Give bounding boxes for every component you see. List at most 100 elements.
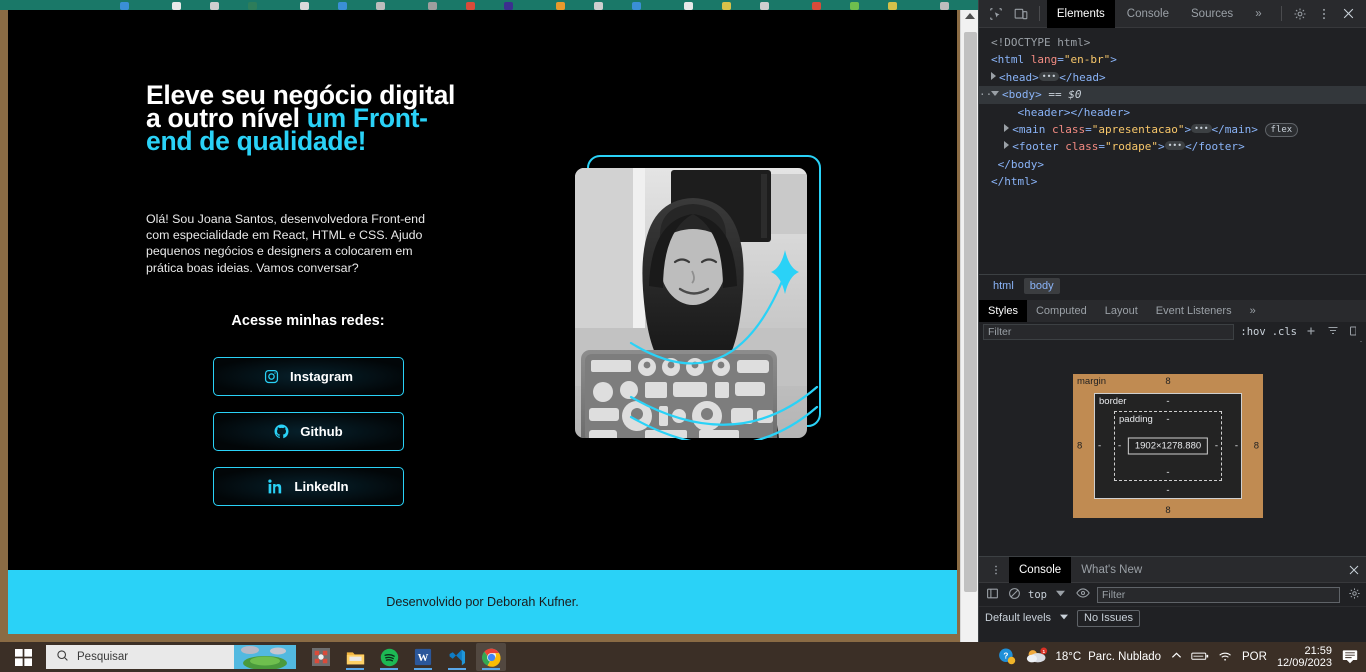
border-right-value[interactable]: - [1235, 441, 1238, 452]
linkedin-button[interactable]: LinkedIn [213, 467, 404, 506]
expand-head-caret-icon[interactable] [991, 71, 996, 80]
gear-icon[interactable] [1288, 2, 1311, 26]
browser-tab-strip[interactable] [0, 0, 978, 10]
drawer-tab-console[interactable]: Console [1009, 556, 1072, 583]
weather-widget[interactable]: 1 18°C Parc. Nublado [1026, 647, 1161, 668]
chevron-down-icon[interactable] [1053, 589, 1069, 601]
margin-left-value[interactable]: 8 [1077, 441, 1082, 452]
close-icon[interactable] [1337, 2, 1360, 26]
expand-footer-caret-icon[interactable] [1004, 141, 1010, 150]
drawer-tab-whats-new[interactable]: What's New [1071, 557, 1152, 583]
drawer-more-icon[interactable] [983, 558, 1009, 582]
box-model-border[interactable]: border - - - - padding - - - - 1902×1278… [1094, 393, 1242, 499]
language-indicator[interactable]: POR [1242, 651, 1267, 663]
no-issues-badge[interactable]: No Issues [1077, 609, 1140, 627]
battery-icon[interactable] [1191, 650, 1209, 665]
border-left-value[interactable]: - [1098, 441, 1101, 452]
browser-tab-favicon[interactable] [722, 2, 731, 10]
tab-console[interactable]: Console [1117, 0, 1179, 28]
flex-badge[interactable]: flex [1264, 123, 1299, 138]
breadcrumb[interactable]: html body [979, 274, 1366, 296]
browser-scrollbar[interactable] [960, 10, 978, 642]
browser-tab-favicon[interactable] [504, 2, 513, 10]
tab-computed[interactable]: Computed [1027, 300, 1096, 323]
scrollbar-up-arrow-icon[interactable] [965, 13, 975, 19]
word-icon[interactable]: W [408, 643, 438, 671]
box-model-padding[interactable]: padding - - - - 1902×1278.880 [1114, 411, 1222, 481]
dom-line-html[interactable]: <html lang="en-br"> [979, 51, 1366, 68]
padding-bottom-value[interactable]: - [1166, 467, 1169, 478]
live-expression-icon[interactable] [1075, 586, 1091, 603]
collapsed-children-badge-footer[interactable]: ••• [1164, 141, 1186, 151]
hov-toggle[interactable]: :hov [1240, 326, 1265, 338]
cls-toggle[interactable]: .cls [1272, 326, 1297, 338]
breadcrumb-item-body[interactable]: body [1023, 277, 1060, 294]
dom-line-body[interactable]: ··· <body> == $0 [979, 86, 1366, 104]
browser-tab-favicon[interactable] [120, 2, 129, 10]
dom-line-footer[interactable]: <footer class="rodape"> ••• </footer> [979, 138, 1366, 155]
browser-tab-favicon[interactable] [940, 2, 949, 10]
file-explorer-icon[interactable] [340, 643, 370, 671]
padding-top-value[interactable]: - [1166, 414, 1169, 425]
more-options-icon[interactable] [1313, 2, 1336, 26]
browser-tab-favicon[interactable] [172, 2, 181, 10]
styles-more-tabs-button[interactable]: » [1241, 300, 1265, 323]
browser-tab-favicon[interactable] [338, 2, 347, 10]
browser-tab-favicon[interactable] [760, 2, 769, 10]
box-model-content-size[interactable]: 1902×1278.880 [1127, 437, 1209, 455]
github-button[interactable]: Github [213, 412, 404, 451]
scrollbar-thumb[interactable] [964, 32, 977, 592]
browser-tab-favicon[interactable] [466, 2, 475, 10]
box-model-margin[interactable]: margin 8 8 8 8 border - - - - padding - … [1073, 374, 1263, 518]
device-toolbar-icon[interactable] [1010, 2, 1033, 26]
dom-line-html-close[interactable]: </html> [979, 173, 1366, 190]
collapsed-children-badge-main[interactable]: ••• [1191, 124, 1212, 134]
levels-chevron-down-icon[interactable] [1059, 612, 1069, 624]
browser-tab-favicon[interactable] [210, 2, 219, 10]
margin-bottom-value[interactable]: 8 [1165, 505, 1170, 516]
styles-filter-input[interactable]: Filter [983, 324, 1235, 340]
dom-line-head[interactable]: <head> ••• </head> [979, 69, 1366, 86]
inspect-element-icon[interactable] [985, 2, 1008, 26]
tab-styles[interactable]: Styles [979, 299, 1027, 323]
browser-tab-favicon[interactable] [850, 2, 859, 10]
print-media-icon[interactable] [1325, 325, 1341, 340]
clear-console-icon[interactable] [1006, 587, 1022, 603]
browser-tab-favicon[interactable] [428, 2, 437, 10]
more-tabs-button[interactable]: » [1245, 0, 1271, 28]
dom-line-main[interactable]: <main class="apresentacao"> ••• </main> fl… [979, 121, 1366, 138]
browser-tab-favicon[interactable] [684, 2, 693, 10]
border-bottom-value[interactable]: - [1166, 485, 1169, 496]
search-input[interactable]: Pesquisar [46, 645, 296, 669]
console-settings-icon[interactable] [1346, 587, 1362, 603]
expand-main-caret-icon[interactable] [1004, 124, 1010, 133]
browser-tab-favicon[interactable] [594, 2, 603, 10]
spotify-icon[interactable] [374, 643, 404, 671]
margin-top-value[interactable]: 8 [1165, 376, 1170, 387]
add-rule-icon[interactable] [1303, 325, 1319, 340]
browser-tab-favicon[interactable] [376, 2, 385, 10]
browser-tab-favicon[interactable] [556, 2, 565, 10]
tab-sources[interactable]: Sources [1181, 0, 1243, 28]
browser-tab-favicon[interactable] [248, 2, 257, 10]
vs-code-icon[interactable] [442, 643, 472, 671]
dom-line-header[interactable]: <header></header> [979, 104, 1366, 121]
border-top-value[interactable]: - [1166, 396, 1169, 407]
padding-left-value[interactable]: - [1118, 441, 1121, 452]
breadcrumb-item-html[interactable]: html [987, 278, 1020, 294]
show-hidden-icons-icon[interactable] [1171, 650, 1182, 664]
dom-line-body-close[interactable]: </body> [979, 156, 1366, 173]
console-default-levels[interactable]: Default levels [985, 612, 1051, 624]
dom-tree[interactable]: <!DOCTYPE html> <html lang="en-br"> <hea… [979, 28, 1366, 272]
dom-line-doctype[interactable]: <!DOCTYPE html> [979, 34, 1366, 51]
browser-tab-favicon[interactable] [632, 2, 641, 10]
padding-right-value[interactable]: - [1215, 441, 1218, 452]
windows-start-icon[interactable] [0, 648, 46, 666]
tab-elements[interactable]: Elements [1046, 0, 1115, 28]
console-sidebar-icon[interactable] [984, 587, 1000, 603]
drawer-close-icon[interactable] [1341, 558, 1366, 582]
browser-tab-favicon[interactable] [888, 2, 897, 10]
tab-event-listeners[interactable]: Event Listeners [1147, 300, 1241, 323]
margin-right-value[interactable]: 8 [1254, 441, 1259, 452]
tab-layout[interactable]: Layout [1096, 300, 1147, 323]
